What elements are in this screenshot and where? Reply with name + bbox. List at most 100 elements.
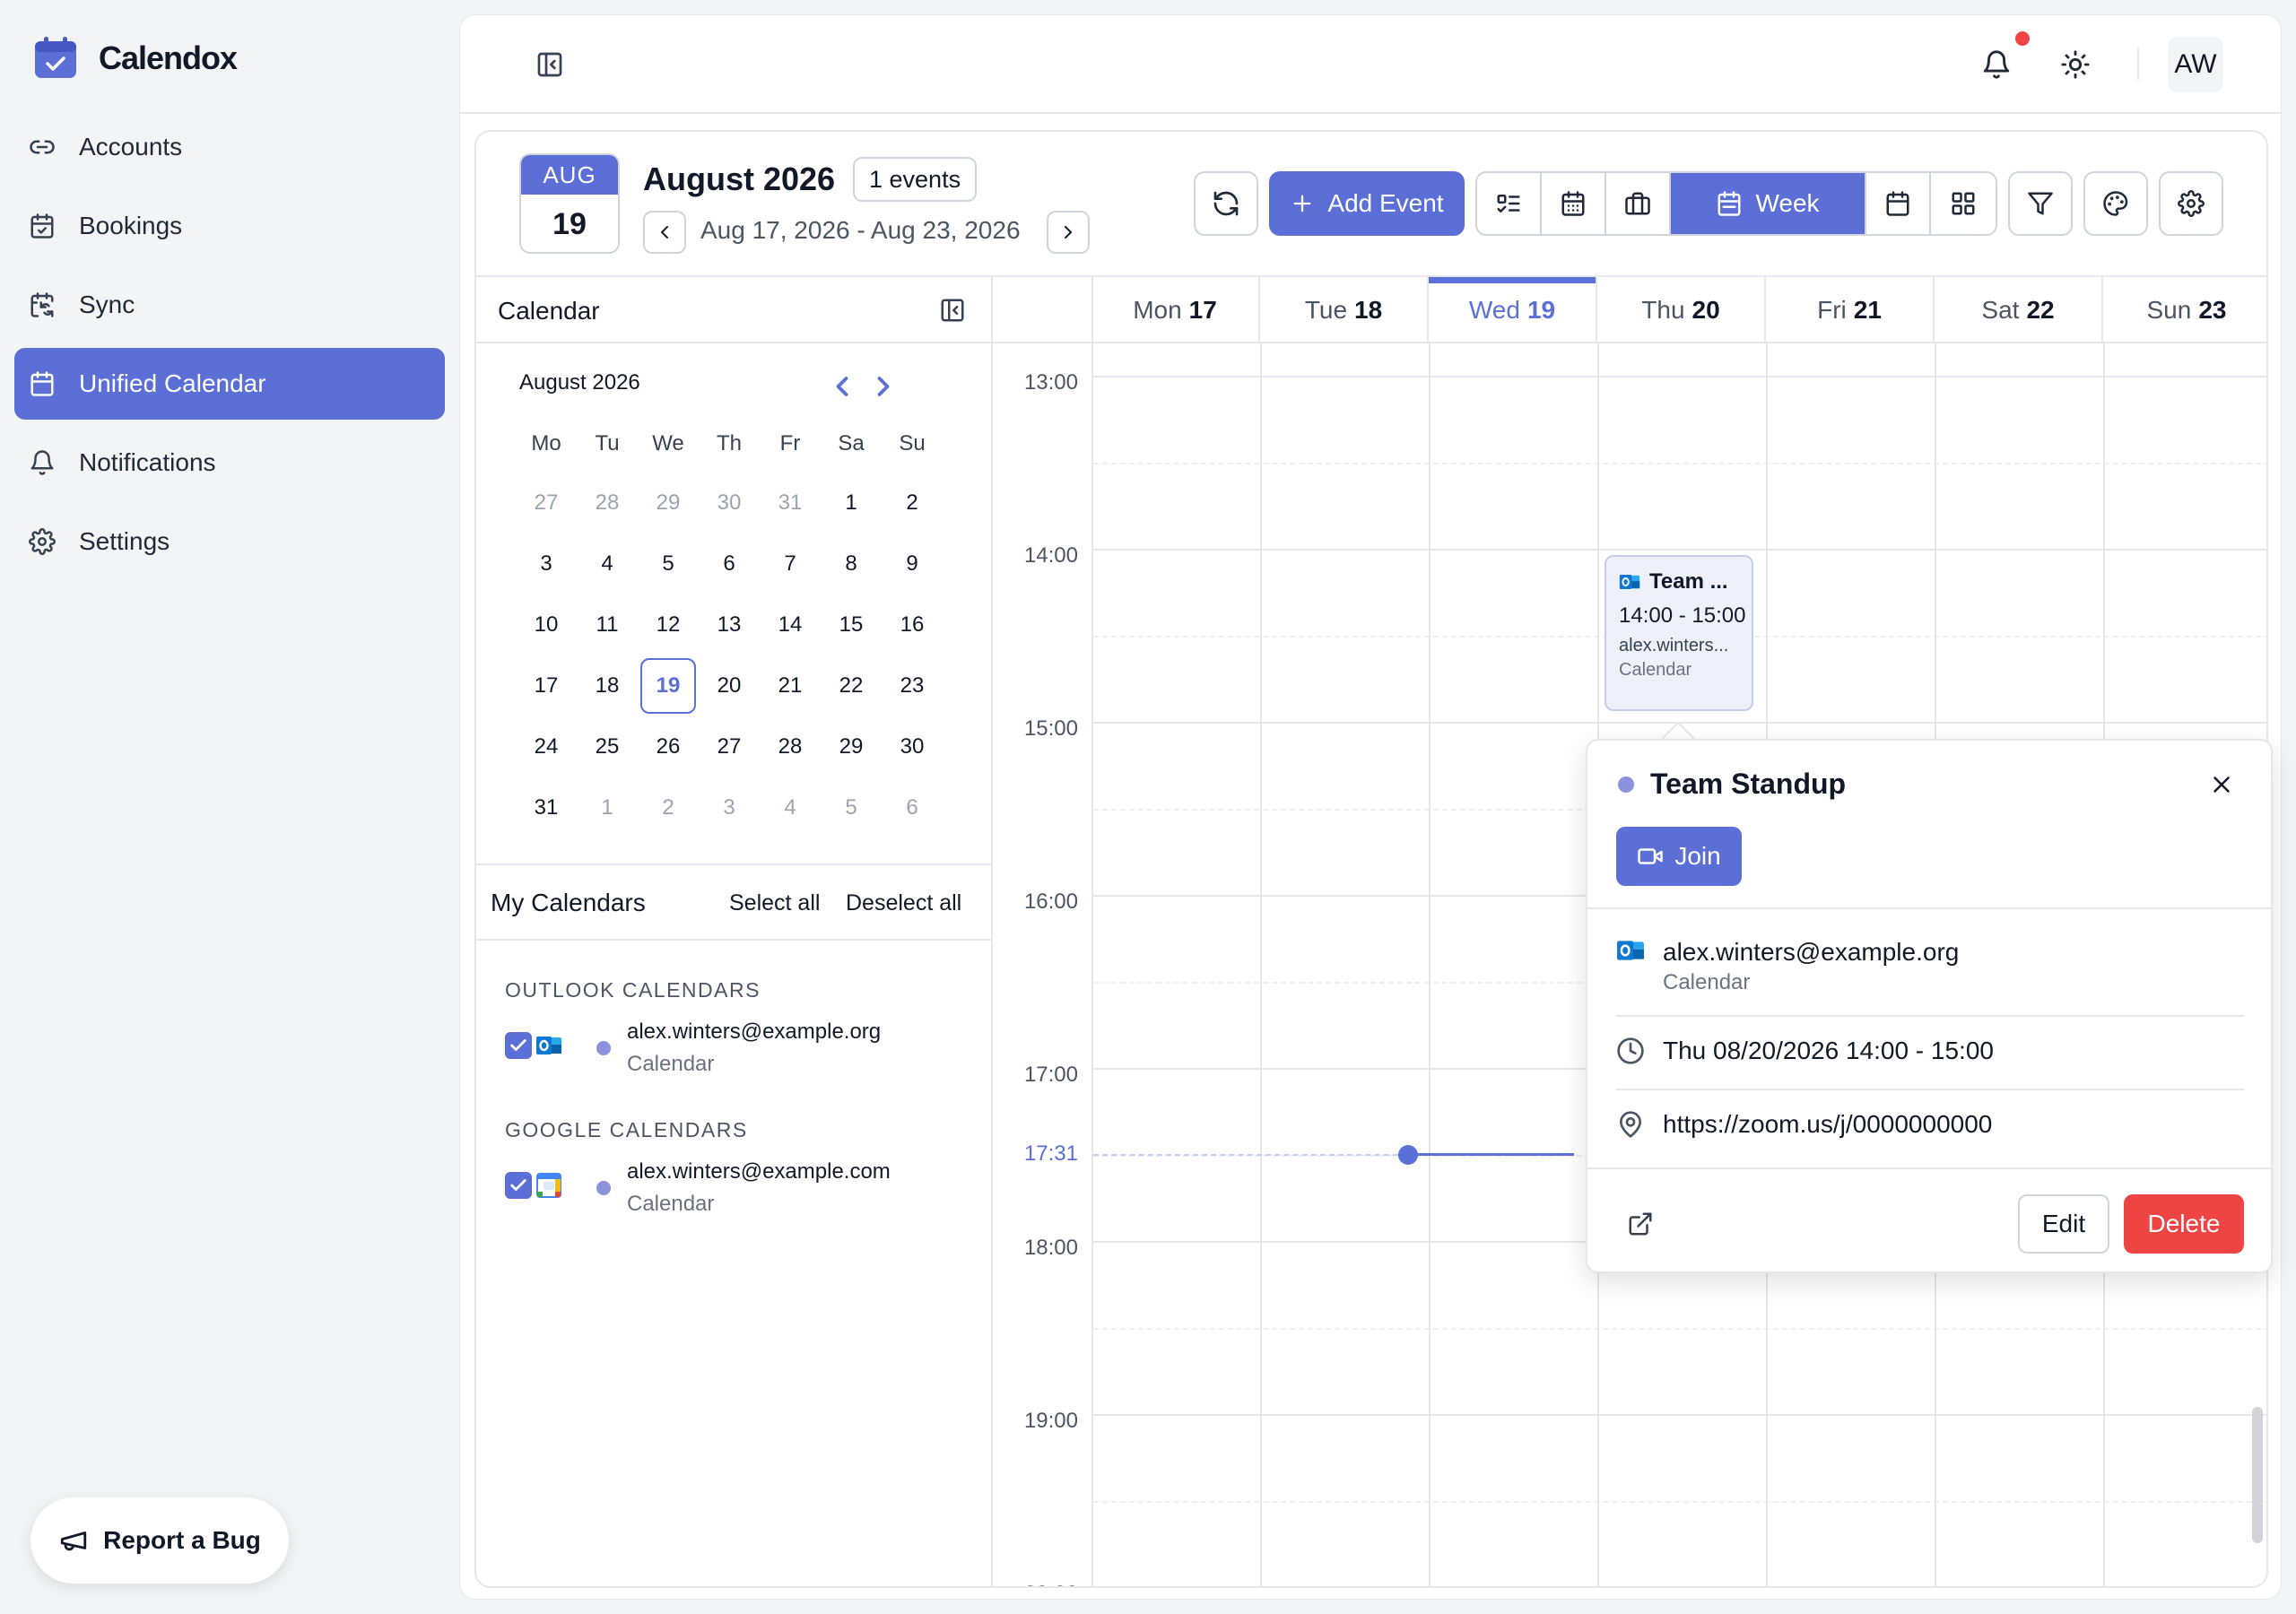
mini-day[interactable]: 28 [760,716,821,777]
deselect-all-link[interactable]: Deselect all [846,890,961,916]
mini-day[interactable]: 4 [577,534,638,594]
mini-day[interactable]: 29 [821,716,882,777]
mini-day[interactable]: 22 [821,655,882,716]
mini-day[interactable]: 24 [516,716,577,777]
mini-day[interactable]: 1 [577,777,638,838]
mini-day[interactable]: 26 [638,716,699,777]
day-header-thu[interactable]: Thu 20 [1597,277,1766,343]
view-year-button[interactable] [1931,173,1996,234]
calendar-checkbox[interactable] [505,1032,532,1059]
mini-day[interactable]: 9 [882,534,943,594]
mini-day[interactable]: 15 [821,594,882,655]
sidebar-item-bookings[interactable]: Bookings [14,190,445,262]
mini-day[interactable]: 11 [577,594,638,655]
mini-day[interactable]: 2 [638,777,699,838]
mini-day[interactable]: 19 [638,655,699,716]
mini-day[interactable]: 31 [760,473,821,534]
brand[interactable]: Calendox [32,36,238,81]
day-header-mon[interactable]: Mon 17 [1091,277,1260,343]
view-list-button[interactable] [1477,173,1542,234]
report-bug-button[interactable]: Report a Bug [30,1497,289,1584]
day-header-wed[interactable]: Wed 19 [1429,277,1597,343]
mini-day[interactable]: 1 [821,473,882,534]
next-week-button[interactable] [1047,211,1090,254]
collapse-panel-icon[interactable] [939,297,966,324]
mini-day[interactable]: 29 [638,473,699,534]
mini-day[interactable]: 2 [882,473,943,534]
mini-day-label: 3 [723,795,735,820]
mini-day-label: 9 [906,551,918,576]
join-meeting-button[interactable]: Join [1616,827,1742,886]
video-icon [1637,843,1664,870]
select-all-link[interactable]: Select all [729,890,820,916]
delete-event-button[interactable]: Delete [2124,1194,2244,1254]
mini-day[interactable]: 20 [699,655,760,716]
calendar-checkbox[interactable] [505,1172,532,1199]
mini-day[interactable]: 10 [516,594,577,655]
sidebar-item-settings[interactable]: Settings [14,506,445,577]
day-header-sun[interactable]: Sun 23 [2103,277,2266,343]
mini-day[interactable]: 28 [577,473,638,534]
sidebar-item-accounts[interactable]: Accounts [14,111,445,183]
mini-day[interactable]: 13 [699,594,760,655]
day-column-divider [1429,343,1431,1586]
sidebar-toggle-icon[interactable] [535,50,564,79]
mini-day[interactable]: 5 [821,777,882,838]
view-week-button[interactable]: Week [1671,173,1866,234]
outlook-icon [535,1032,562,1059]
view-month-button[interactable] [1866,173,1931,234]
day-header-sat[interactable]: Sat 22 [1935,277,2103,343]
mini-day[interactable]: 23 [882,655,943,716]
external-link-icon[interactable] [1627,1210,1654,1237]
mini-day[interactable]: 6 [882,777,943,838]
view-work-week-button[interactable] [1606,173,1671,234]
notifications-bell-icon[interactable] [1981,49,2012,80]
mini-day[interactable]: 3 [516,534,577,594]
day-header-fri[interactable]: Fri 21 [1766,277,1935,343]
mini-day[interactable]: 6 [699,534,760,594]
mini-next-month-icon[interactable] [867,370,900,403]
theme-toggle-sun-icon[interactable] [2060,49,2091,80]
refresh-button[interactable] [1194,171,1258,236]
mini-day[interactable]: 27 [699,716,760,777]
grid-scrollbar[interactable] [2252,1407,2263,1543]
mini-day[interactable]: 30 [699,473,760,534]
mini-day[interactable]: 21 [760,655,821,716]
mini-day-label: 23 [900,673,925,698]
edit-event-button[interactable]: Edit [2018,1194,2109,1254]
prev-week-button[interactable] [643,211,686,254]
calendar-settings-button[interactable] [2159,171,2223,236]
mini-day[interactable]: 5 [638,534,699,594]
mini-day[interactable]: 7 [760,534,821,594]
user-avatar[interactable]: AW [2168,37,2223,92]
mini-day[interactable]: 25 [577,716,638,777]
view-week-label: Week [1755,189,1820,217]
mini-day[interactable]: 27 [516,473,577,534]
event-color-dot [1618,777,1634,793]
sidebar-item-sync[interactable]: Sync [14,269,445,341]
mini-day[interactable]: 18 [577,655,638,716]
close-icon[interactable] [2208,771,2235,798]
event-team-standup[interactable]: Team ... 14:00 - 15:00 alex.winters... C… [1605,555,1753,711]
mini-day[interactable]: 14 [760,594,821,655]
mini-day[interactable]: 17 [516,655,577,716]
sidebar-item-unified-calendar[interactable]: Unified Calendar [14,348,445,420]
mini-day[interactable]: 30 [882,716,943,777]
popover-location-link[interactable]: https://zoom.us/j/0000000000 [1663,1110,1992,1139]
filter-button[interactable] [2008,171,2073,236]
sidebar-item-notifications[interactable]: Notifications [14,427,445,499]
mini-prev-month-icon[interactable] [826,370,858,403]
week-header: Mon 17 Tue 18 Wed 19 Thu 20 Fri 21 Sat 22 Sun 23 [993,277,2266,343]
day-header-tue[interactable]: Tue 18 [1260,277,1429,343]
theme-palette-button[interactable] [2083,171,2148,236]
mini-day[interactable]: 4 [760,777,821,838]
view-day-button[interactable] [1542,173,1606,234]
mini-day[interactable]: 12 [638,594,699,655]
mini-day[interactable]: 8 [821,534,882,594]
mini-day[interactable]: 16 [882,594,943,655]
mini-day-label: 5 [662,551,674,576]
mini-week-row: 17 18 19 20 21 22 23 [516,655,943,716]
mini-day[interactable]: 3 [699,777,760,838]
add-event-button[interactable]: Add Event [1269,171,1465,236]
mini-day[interactable]: 31 [516,777,577,838]
